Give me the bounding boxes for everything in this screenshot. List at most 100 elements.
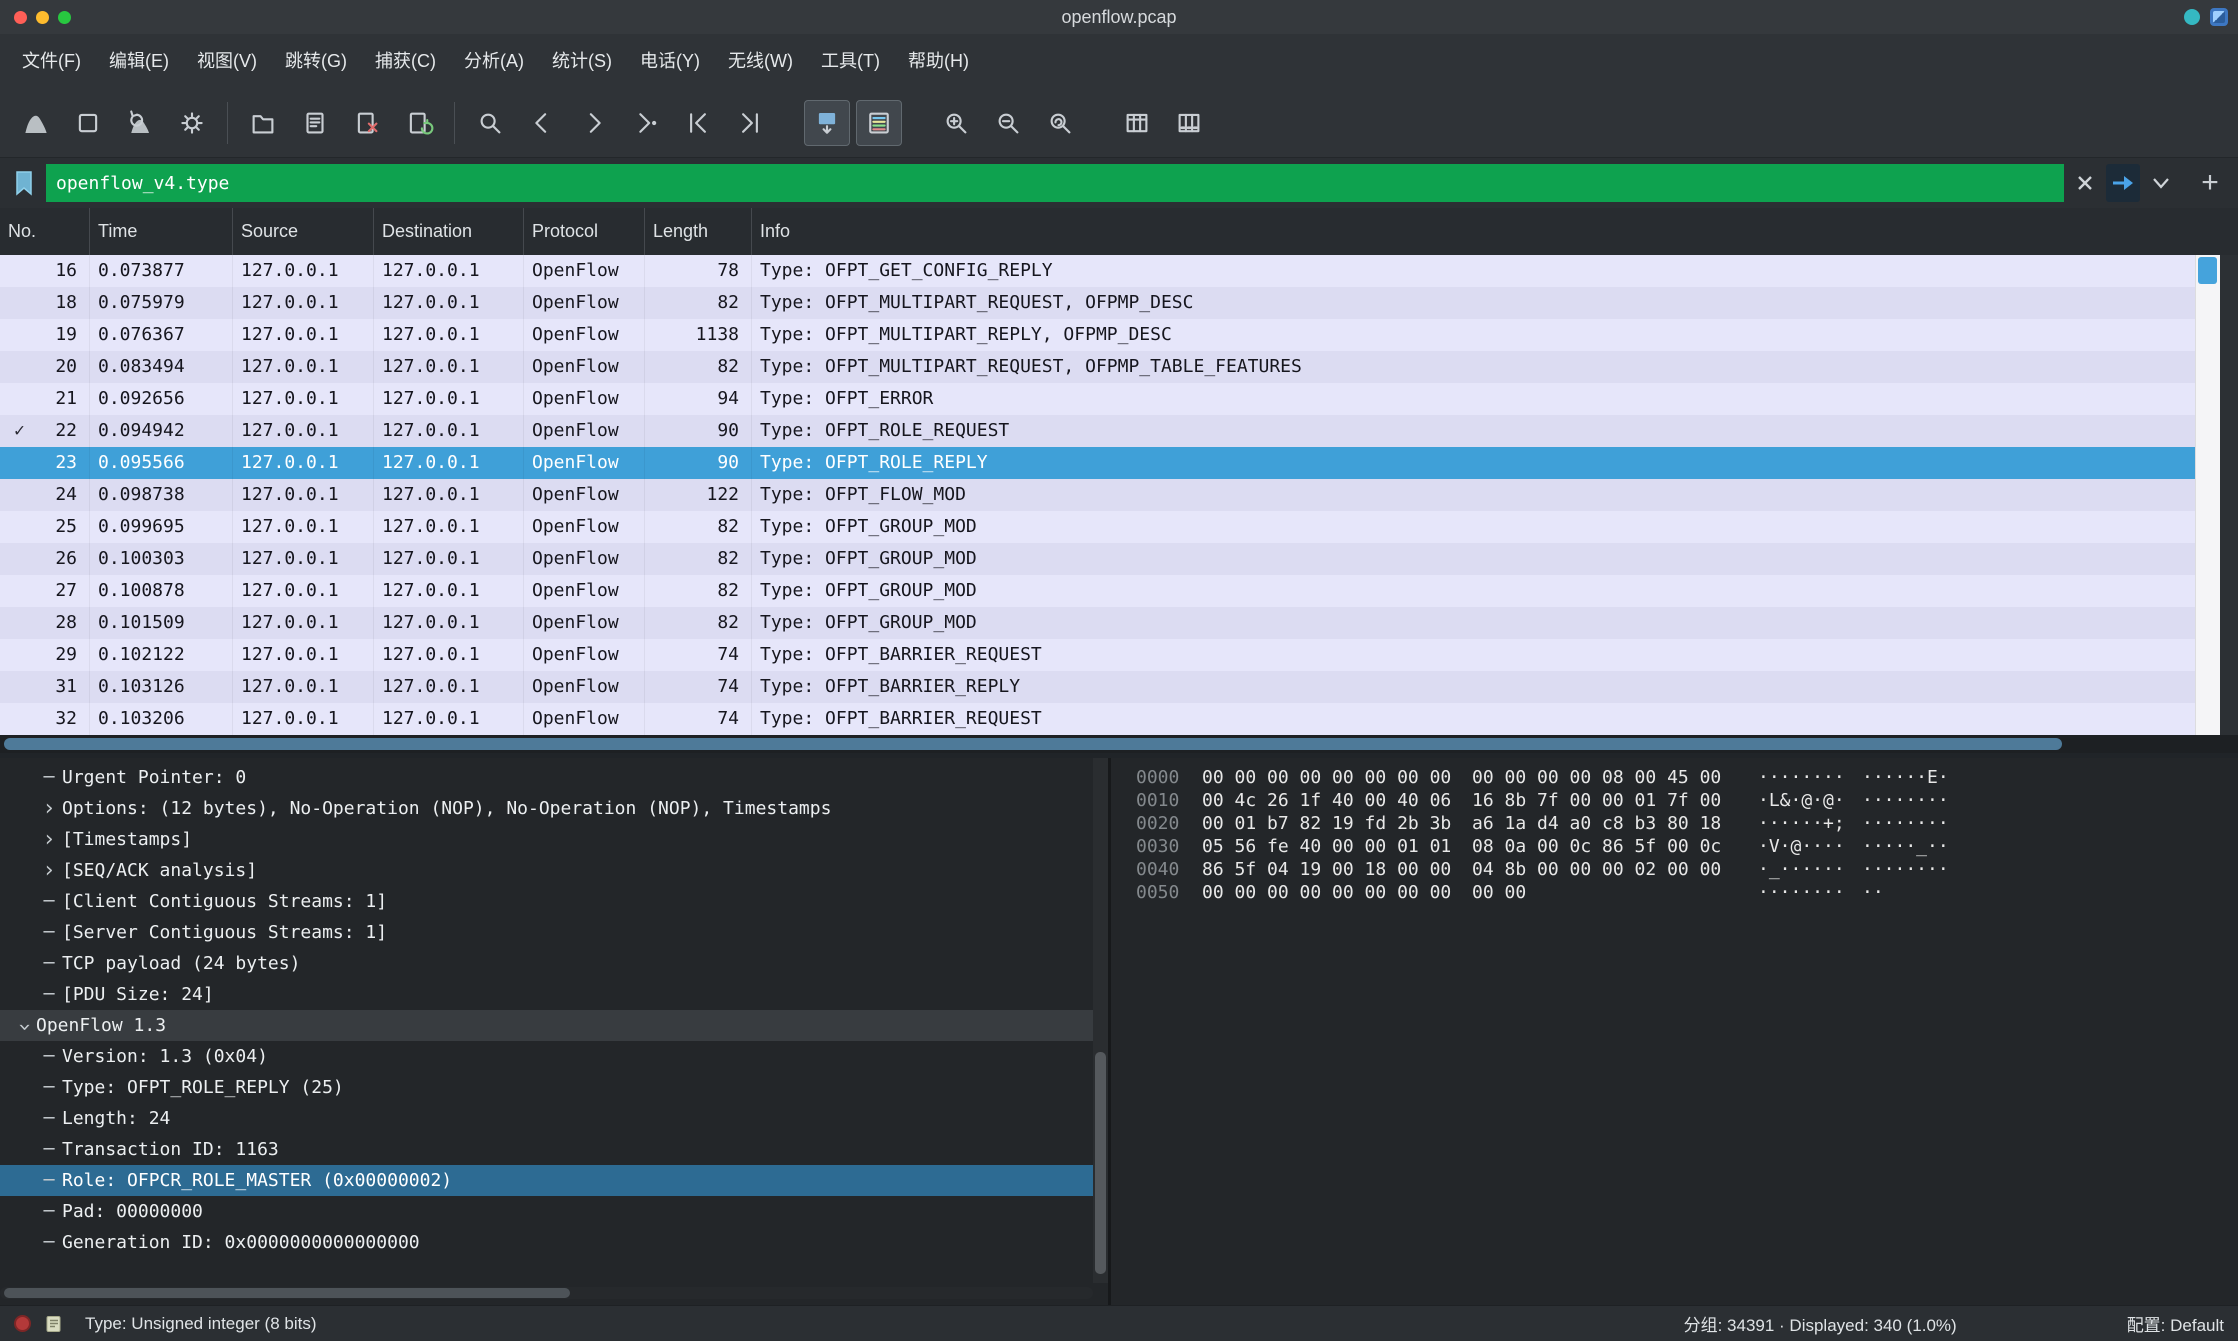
profile-button[interactable]: 配置: Default [2127, 1311, 2224, 1336]
go-last-icon[interactable] [727, 100, 773, 146]
file-reload-icon[interactable] [396, 100, 442, 146]
expander-collapsed-icon[interactable]: › [36, 855, 62, 886]
packet-row-27[interactable]: 270.100878127.0.0.1127.0.0.1OpenFlow82Ty… [0, 575, 2238, 607]
menu-item-1[interactable]: 编辑(E) [95, 34, 183, 88]
packet-list-hscrollbar[interactable] [0, 735, 2238, 753]
detail-row-4[interactable]: ─[Client Contiguous Streams: 1] [0, 886, 1093, 917]
tray-app-icon[interactable] [2210, 8, 2228, 26]
packet-row-18[interactable]: 180.075979127.0.0.1127.0.0.1OpenFlow82Ty… [0, 287, 2238, 319]
detail-row-8[interactable]: ›OpenFlow 1.3 [0, 1010, 1093, 1041]
packet-list-vscrollbar[interactable] [2195, 255, 2220, 735]
go-to-packet-icon[interactable] [623, 100, 669, 146]
packet-row-16[interactable]: 160.073877127.0.0.1127.0.0.1OpenFlow78Ty… [0, 255, 2238, 287]
tray-circle-icon[interactable] [2184, 9, 2200, 25]
packet-row-29[interactable]: 290.102122127.0.0.1127.0.0.1OpenFlow74Ty… [0, 639, 2238, 671]
packet-row-19[interactable]: 190.076367127.0.0.1127.0.0.1OpenFlow1138… [0, 319, 2238, 351]
detail-vscroll-thumb[interactable] [1095, 1052, 1106, 1274]
packet-row-31[interactable]: 310.103126127.0.0.1127.0.0.1OpenFlow74Ty… [0, 671, 2238, 703]
expander-collapsed-icon[interactable]: › [36, 824, 62, 855]
detail-row-3[interactable]: ›[SEQ/ACK analysis] [0, 855, 1093, 886]
hex-row-0000[interactable]: 000000 00 00 00 00 00 00 0000 00 00 00 0… [1136, 766, 2238, 789]
column-header-destination[interactable]: Destination [374, 208, 524, 255]
layout-123-icon[interactable] [1166, 100, 1212, 146]
packet-row-21[interactable]: 210.092656127.0.0.1127.0.0.1OpenFlow94Ty… [0, 383, 2238, 415]
filter-bookmark-button[interactable] [6, 164, 42, 202]
resize-columns-icon[interactable] [1114, 100, 1160, 146]
zoom-in-icon[interactable] [933, 100, 979, 146]
expert-info-icon[interactable] [14, 1315, 31, 1332]
go-previous-icon[interactable] [519, 100, 565, 146]
capture-options-icon[interactable] [169, 100, 215, 146]
column-header-length[interactable]: Length [645, 208, 752, 255]
go-next-icon[interactable] [571, 100, 617, 146]
hex-row-0050[interactable]: 005000 00 00 00 00 00 00 0000 00········… [1136, 881, 2238, 904]
column-header-source[interactable]: Source [233, 208, 374, 255]
find-packet-icon[interactable] [467, 100, 513, 146]
hex-row-0010[interactable]: 001000 4c 26 1f 40 00 40 0616 8b 7f 00 0… [1136, 789, 2238, 812]
detail-row-9[interactable]: ─Version: 1.3 (0x04) [0, 1041, 1093, 1072]
column-header-protocol[interactable]: Protocol [524, 208, 645, 255]
capture-restart-icon[interactable] [117, 100, 163, 146]
packet-list-hscroll-thumb[interactable] [4, 738, 2062, 750]
packet-row-26[interactable]: 260.100303127.0.0.1127.0.0.1OpenFlow82Ty… [0, 543, 2238, 575]
detail-row-12[interactable]: ─Transaction ID: 1163 [0, 1134, 1093, 1165]
menu-item-2[interactable]: 视图(V) [183, 34, 271, 88]
column-header-no[interactable]: No. [0, 208, 90, 255]
packet-row-32[interactable]: 320.103206127.0.0.1127.0.0.1OpenFlow74Ty… [0, 703, 2238, 735]
detail-row-10[interactable]: ─Type: OFPT_ROLE_REPLY (25) [0, 1072, 1093, 1103]
column-header-time[interactable]: Time [90, 208, 233, 255]
filter-add-button[interactable]: + [2190, 166, 2230, 200]
detail-row-6[interactable]: ─TCP payload (24 bytes) [0, 948, 1093, 979]
detail-hscroll-thumb[interactable] [4, 1288, 570, 1298]
hex-row-0030[interactable]: 003005 56 fe 40 00 00 01 0108 0a 00 0c 8… [1136, 835, 2238, 858]
detail-row-13[interactable]: ─Role: OFPCR_ROLE_MASTER (0x00000002) [0, 1165, 1093, 1196]
file-close-icon[interactable] [344, 100, 390, 146]
packet-row-20[interactable]: 200.083494127.0.0.1127.0.0.1OpenFlow82Ty… [0, 351, 2238, 383]
detail-vscrollbar[interactable] [1093, 758, 1108, 1283]
detail-hscrollbar[interactable] [0, 1287, 1093, 1299]
filter-apply-button[interactable] [2106, 164, 2140, 202]
zoom-out-icon[interactable] [985, 100, 1031, 146]
capture-start-icon[interactable] [13, 100, 59, 146]
packet-row-24[interactable]: 240.098738127.0.0.1127.0.0.1OpenFlow122T… [0, 479, 2238, 511]
menu-item-6[interactable]: 统计(S) [538, 34, 626, 88]
detail-row-11[interactable]: ─Length: 24 [0, 1103, 1093, 1134]
capture-comment-icon[interactable] [45, 1315, 63, 1333]
apply-arrow-icon [2111, 173, 2135, 193]
expander-expanded-icon[interactable]: › [9, 1014, 40, 1040]
menu-item-3[interactable]: 跳转(G) [271, 34, 361, 88]
expander-collapsed-icon[interactable]: › [36, 793, 62, 824]
hex-row-0040[interactable]: 004086 5f 04 19 00 18 00 0004 8b 00 00 0… [1136, 858, 2238, 881]
file-save-icon[interactable] [292, 100, 338, 146]
detail-row-15[interactable]: ─Generation ID: 0x0000000000000000 [0, 1227, 1093, 1258]
menu-item-4[interactable]: 捕获(C) [361, 34, 450, 88]
menu-item-7[interactable]: 电话(Y) [626, 34, 714, 88]
column-header-info[interactable]: Info [752, 208, 2238, 255]
menu-item-5[interactable]: 分析(A) [450, 34, 538, 88]
menu-item-8[interactable]: 无线(W) [714, 34, 807, 88]
filter-clear-button[interactable] [2068, 164, 2102, 202]
auto-scroll-icon[interactable] [804, 100, 850, 146]
filter-input[interactable]: openflow_v4.type [46, 164, 2064, 202]
menu-item-9[interactable]: 工具(T) [807, 34, 894, 88]
detail-row-1[interactable]: ›Options: (12 bytes), No-Operation (NOP)… [0, 793, 1093, 824]
go-first-icon[interactable] [675, 100, 721, 146]
packet-row-22[interactable]: ✓220.094942127.0.0.1127.0.0.1OpenFlow90T… [0, 415, 2238, 447]
detail-row-0[interactable]: ─Urgent Pointer: 0 [0, 762, 1093, 793]
detail-row-7[interactable]: ─[PDU Size: 24] [0, 979, 1093, 1010]
filter-dropdown-button[interactable] [2144, 164, 2178, 202]
menu-item-10[interactable]: 帮助(H) [894, 34, 983, 88]
packet-row-28[interactable]: 280.101509127.0.0.1127.0.0.1OpenFlow82Ty… [0, 607, 2238, 639]
detail-row-2[interactable]: ›[Timestamps] [0, 824, 1093, 855]
zoom-reset-icon[interactable] [1037, 100, 1083, 146]
capture-stop-icon[interactable] [65, 100, 111, 146]
hex-row-0020[interactable]: 002000 01 b7 82 19 fd 2b 3ba6 1a d4 a0 c… [1136, 812, 2238, 835]
menu-item-0[interactable]: 文件(F) [8, 34, 95, 88]
file-open-icon[interactable] [240, 100, 286, 146]
colorize-icon[interactable] [856, 100, 902, 146]
packet-row-23[interactable]: 230.095566127.0.0.1127.0.0.1OpenFlow90Ty… [0, 447, 2238, 479]
detail-row-14[interactable]: ─Pad: 00000000 [0, 1196, 1093, 1227]
packet-row-25[interactable]: 250.099695127.0.0.1127.0.0.1OpenFlow82Ty… [0, 511, 2238, 543]
detail-row-5[interactable]: ─[Server Contiguous Streams: 1] [0, 917, 1093, 948]
packet-list-vscroll-thumb[interactable] [2198, 257, 2217, 284]
